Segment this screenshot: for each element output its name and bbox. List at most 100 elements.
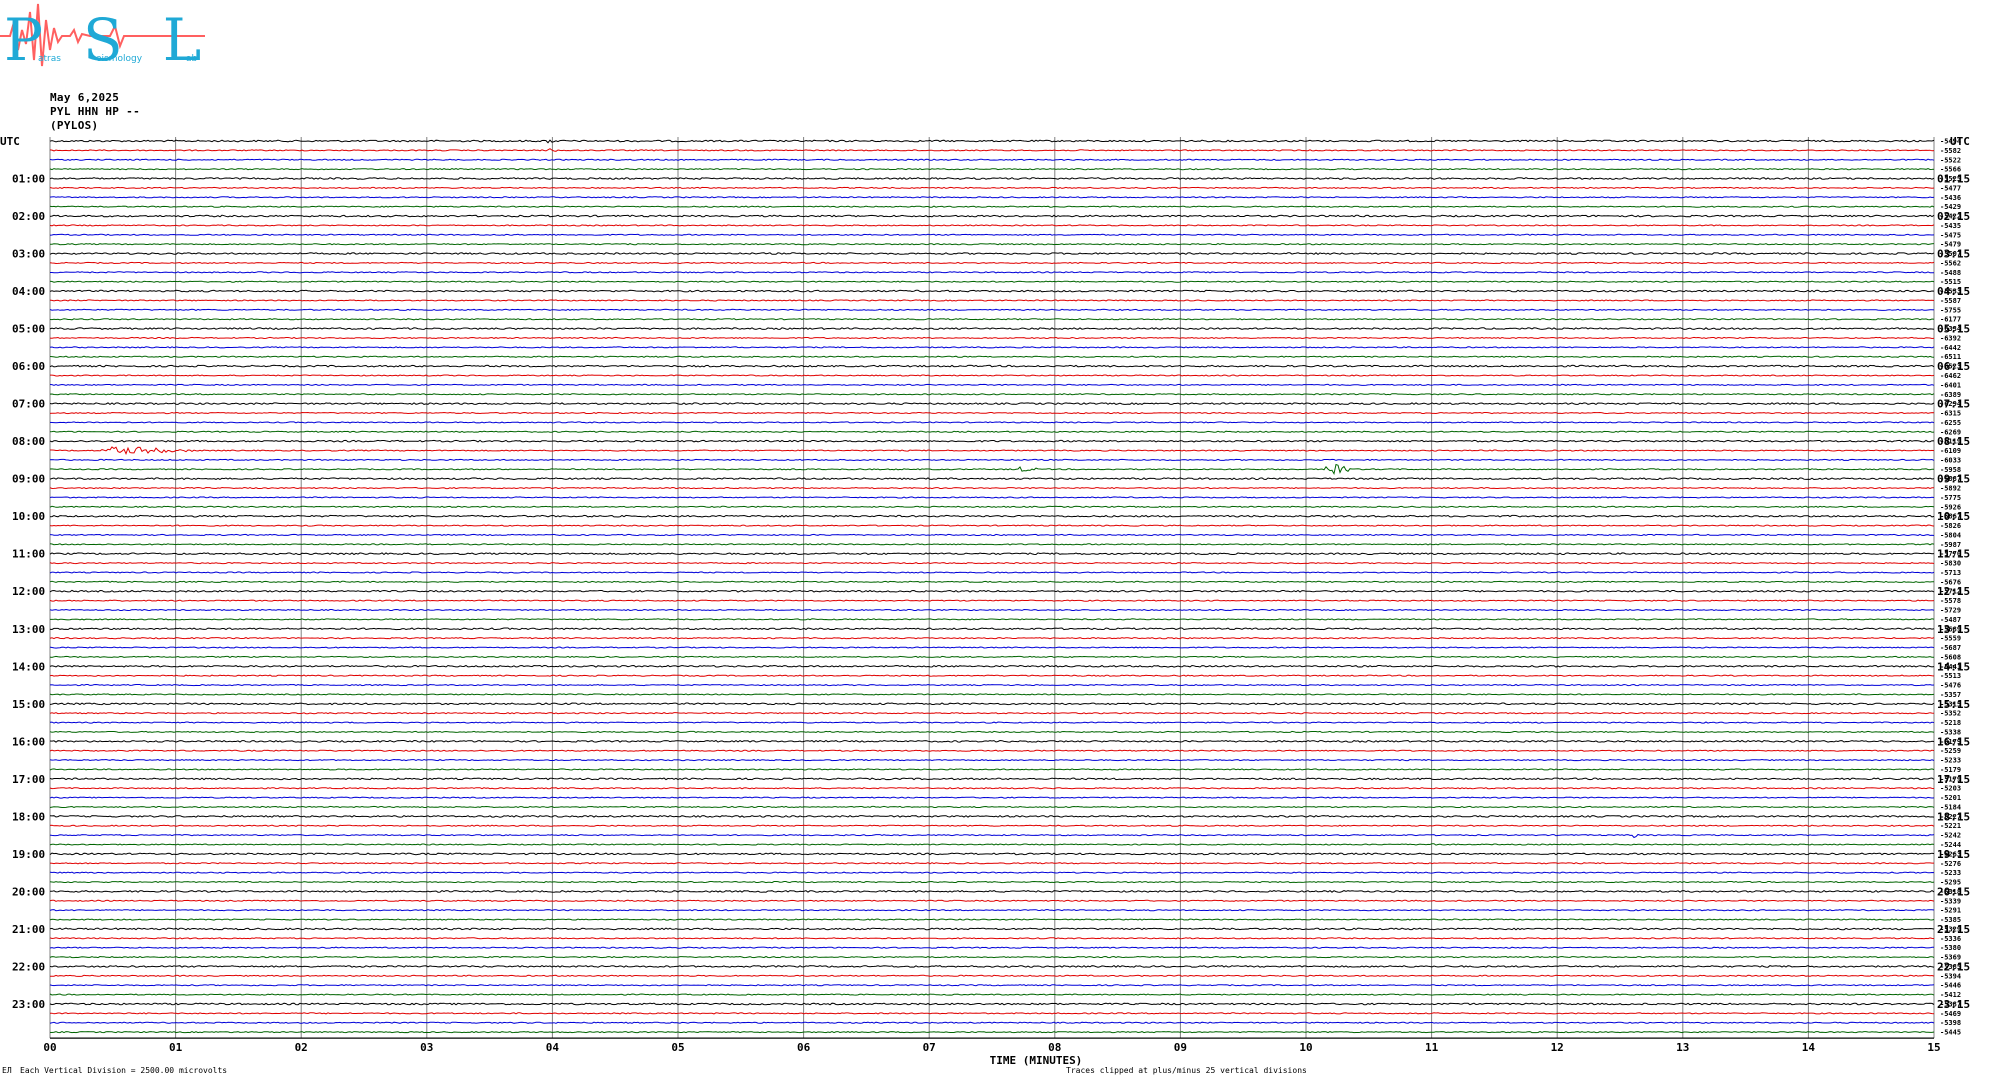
left-hour-label: 06:00 [12, 360, 45, 373]
left-hour-label: 17:00 [12, 773, 45, 786]
right-axis-label: UTC [1950, 135, 1970, 148]
seismic-trace [49, 439, 1935, 443]
seismic-trace [49, 627, 1935, 631]
right-hour-label: 17:15 [1937, 773, 1970, 786]
seismic-trace [49, 261, 1935, 265]
trace-offset-label: -6109 [1940, 447, 1961, 455]
seismic-trace [49, 402, 1935, 406]
seismic-trace [49, 805, 1935, 809]
right-hour-label: 12:15 [1937, 585, 1970, 598]
trace-offset-label: -5435 [1940, 222, 1961, 230]
seismic-trace [49, 702, 1935, 706]
seismic-trace [49, 205, 1935, 208]
x-tick-label: 08 [1048, 1041, 1061, 1054]
seismic-trace [49, 824, 1935, 827]
right-hour-label: 01:15 [1937, 173, 1970, 186]
left-hour-label: 15:00 [12, 698, 45, 711]
seismic-trace [49, 712, 1935, 715]
seismic-trace [49, 393, 1935, 396]
left-hour-label: 11:00 [12, 548, 45, 561]
seismic-trace [49, 158, 1935, 161]
seismic-trace [49, 233, 1935, 236]
right-hour-label: 06:15 [1937, 360, 1970, 373]
x-tick-label: 12 [1551, 1041, 1564, 1054]
seismic-trace [49, 543, 1935, 546]
seismic-trace [49, 777, 1935, 781]
seismic-trace [49, 909, 1935, 912]
seismic-trace [49, 214, 1935, 218]
trace-offset-label: -5218 [1940, 719, 1961, 727]
seismic-trace [49, 880, 1935, 884]
right-hour-label: 08:15 [1937, 435, 1970, 448]
trace-offset-label: -5562 [1940, 259, 1961, 267]
seismic-trace [50, 446, 1935, 456]
seismic-trace [50, 1012, 1935, 1015]
trace-offset-label: -6255 [1940, 419, 1961, 427]
seismic-trace [49, 477, 1935, 481]
seismic-trace [49, 514, 1935, 518]
trace-offset-label: -5522 [1940, 156, 1961, 164]
right-hour-label: 05:15 [1937, 323, 1970, 336]
trace-offset-label: -5687 [1940, 644, 1961, 652]
left-hour-label: 07:00 [12, 398, 45, 411]
right-hour-label: 13:15 [1937, 623, 1970, 636]
seismic-trace [49, 186, 1935, 189]
seismic-trace [49, 739, 1935, 743]
seismic-trace [49, 833, 1935, 839]
trace-offset-label: -6401 [1940, 381, 1961, 389]
trace-offset-label: -5582 [1940, 147, 1961, 155]
x-tick-label: 00 [43, 1041, 56, 1054]
trace-offset-label: -5339 [1940, 897, 1961, 905]
right-hour-label: 09:15 [1937, 473, 1970, 486]
trace-offset-label: -5233 [1940, 869, 1961, 877]
seismic-trace [49, 862, 1934, 865]
trace-offset-label: -6442 [1940, 344, 1961, 352]
trace-offset-label: -5477 [1940, 184, 1961, 192]
seismic-trace [49, 1002, 1935, 1006]
x-tick-label: 06 [797, 1041, 811, 1054]
right-hour-label: 20:15 [1937, 885, 1970, 898]
trace-offset-label: -5276 [1940, 860, 1961, 868]
trace-offset-label: -5398 [1940, 1019, 1961, 1027]
seismic-trace [49, 721, 1935, 724]
seismogram-chart: -5494-5582-5522-5566-5525-5477-5436-5429… [0, 135, 1970, 1067]
seismic-trace [49, 496, 1935, 499]
seismic-trace [49, 505, 1935, 508]
x-tick-label: 15 [1927, 1041, 1940, 1054]
seismic-trace [49, 1031, 1935, 1034]
seismic-trace [49, 993, 1935, 996]
right-hour-label: 04:15 [1937, 285, 1970, 298]
seismic-trace [49, 918, 1935, 921]
trace-offset-label: -5578 [1940, 597, 1961, 605]
right-hour-label: 02:15 [1937, 210, 1970, 223]
trace-offset-label: -5830 [1940, 560, 1961, 568]
x-tick-label: 07 [923, 1041, 936, 1054]
seismic-trace [49, 683, 1935, 687]
left-hour-label: 18:00 [12, 810, 45, 823]
left-hour-label: 20:00 [12, 885, 45, 898]
seismic-trace [49, 955, 1935, 959]
seismic-trace [49, 280, 1935, 283]
trace-offset-label: -6315 [1940, 410, 1961, 418]
trace-offset-label: -5203 [1940, 785, 1961, 793]
trace-offset-label: -5233 [1940, 757, 1961, 765]
left-hour-label: 08:00 [12, 435, 45, 448]
trace-offset-label: -5713 [1940, 569, 1961, 577]
seismic-trace [50, 271, 1934, 274]
seismic-trace [49, 984, 1935, 987]
trace-offset-label: -5755 [1940, 306, 1961, 314]
left-hour-label: 19:00 [12, 848, 45, 861]
trace-offset-label: -5352 [1940, 710, 1961, 718]
seismic-trace [49, 787, 1935, 790]
trace-offset-label: -5892 [1940, 485, 1961, 493]
seismic-trace [49, 289, 1935, 293]
trace-offset-label: -6033 [1940, 456, 1961, 464]
seismic-trace [49, 964, 1935, 968]
seismic-trace [49, 364, 1935, 368]
x-tick-label: 09 [1174, 1041, 1187, 1054]
trace-offset-label: -5221 [1940, 822, 1961, 830]
x-tick-label: 13 [1676, 1041, 1689, 1054]
seismic-trace [49, 899, 1935, 902]
x-tick-label: 14 [1802, 1041, 1816, 1054]
seismic-trace [49, 524, 1935, 527]
